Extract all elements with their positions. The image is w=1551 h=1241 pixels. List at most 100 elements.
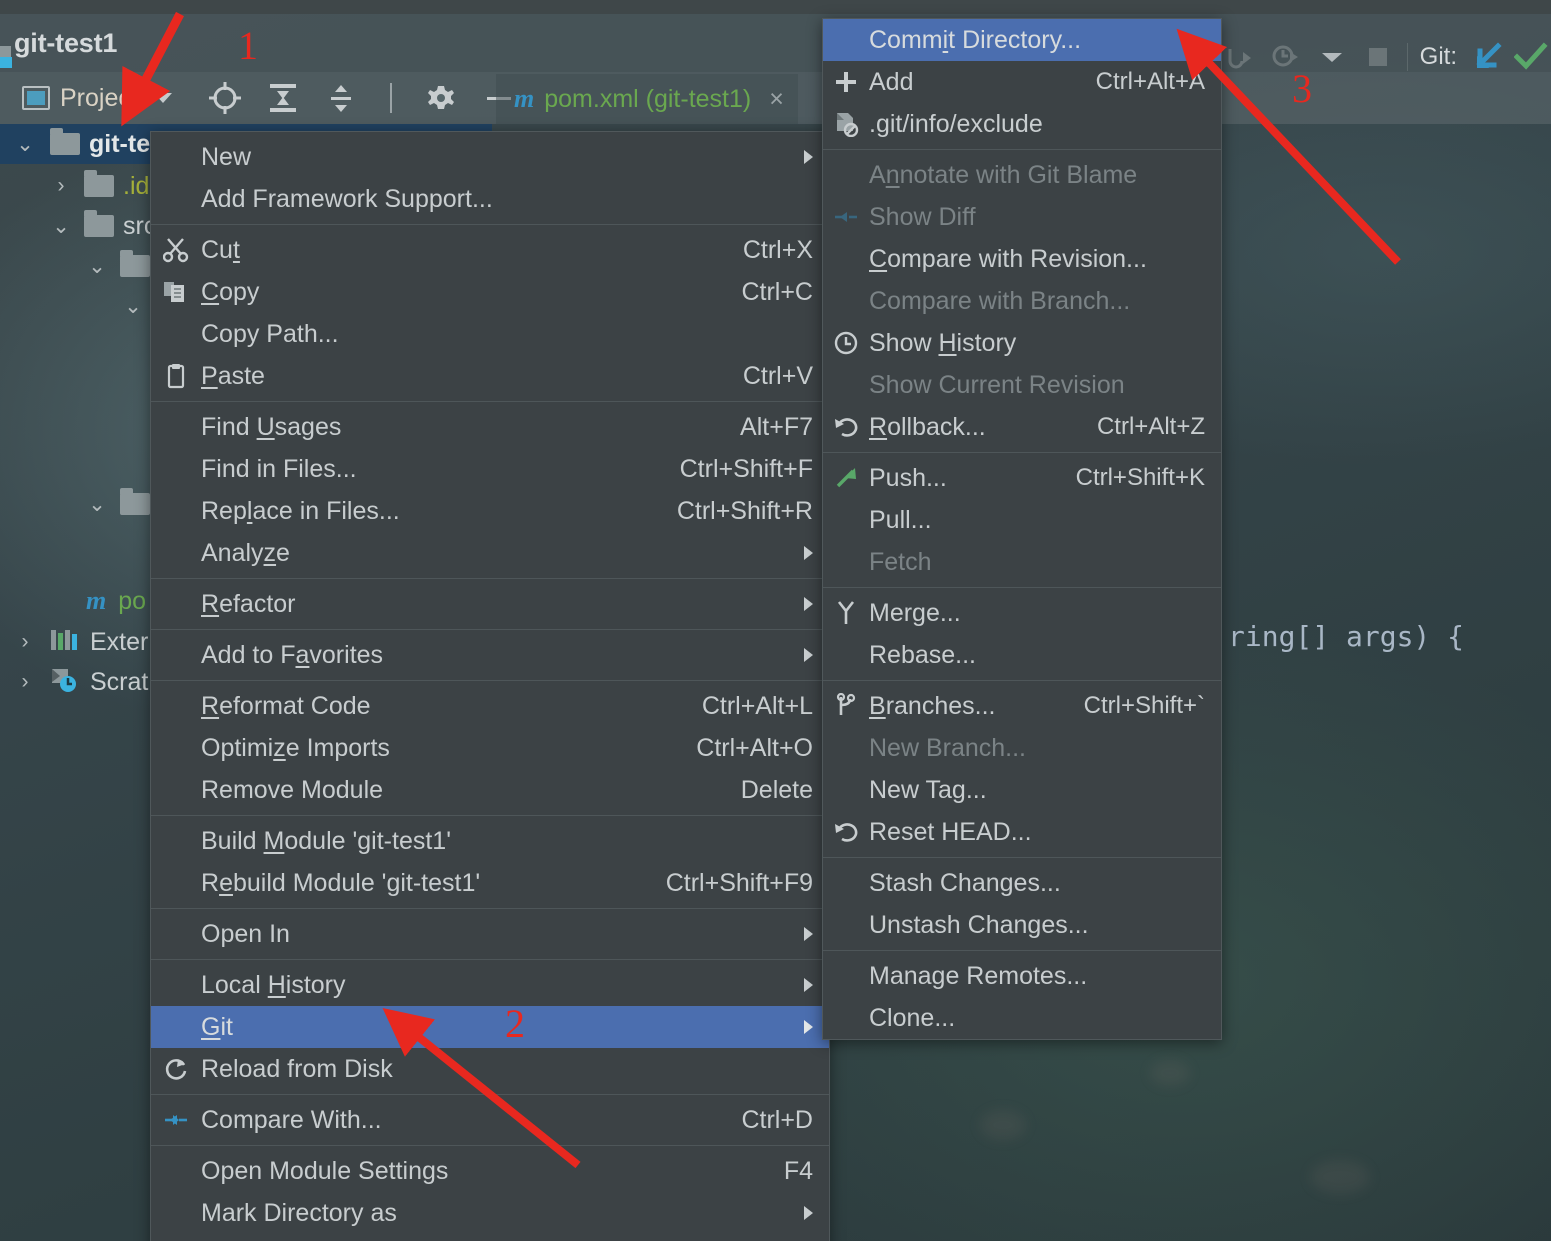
menu-item-remove-bom[interactable]: Remove BOM [151, 1234, 829, 1241]
git-menu-item-branches[interactable]: Branches... Ctrl+Shift+` [823, 685, 1221, 727]
expand-all-icon[interactable] [264, 79, 302, 117]
project-module-icon [0, 45, 12, 68]
menu-item-shortcut: Delete [740, 775, 813, 804]
menu-item-find-usages[interactable]: Find Usages Alt+F7 [151, 406, 829, 448]
git-menu-item-pull[interactable]: Pull... [823, 499, 1221, 541]
toolbar-separator [1406, 43, 1408, 71]
tree-node-scratches[interactable]: › Scrat [0, 662, 149, 702]
menu-item-analyze[interactable]: Analyze [151, 532, 829, 574]
menu-item-shortcut: Ctrl+V [742, 361, 813, 390]
chevron-down-icon[interactable]: ⌄ [122, 294, 144, 319]
menu-item-build-module[interactable]: Build Module 'git-test1' [151, 820, 829, 862]
git-menu-item-new-tag[interactable]: New Tag... [823, 769, 1221, 811]
menu-item-label: Mark Directory as [201, 1198, 397, 1227]
tree-node-label: .id [123, 171, 150, 200]
menu-item-shortcut: Ctrl+C [741, 277, 813, 306]
menu-item-reload-from-disk[interactable]: Reload from Disk [151, 1048, 829, 1090]
menu-item-replace-in-files[interactable]: Replace in Files... Ctrl+Shift+R [151, 490, 829, 532]
git-menu-item-manage-remotes[interactable]: Manage Remotes... [823, 955, 1221, 997]
maven-m-icon: m [514, 84, 535, 113]
menu-item-reformat-code[interactable]: Reformat Code Ctrl+Alt+L [151, 685, 829, 727]
tree-node-level3[interactable]: ⌄ [0, 246, 159, 286]
submenu-arrow-icon [804, 978, 813, 992]
collapse-all-icon[interactable] [322, 79, 360, 117]
editor-tab-pom-xml[interactable]: m pom.xml (git-test1) × [496, 74, 798, 124]
menu-separator [823, 149, 1221, 150]
menu-item-shortcut: Alt+F7 [740, 412, 813, 441]
chevron-down-icon[interactable] [153, 93, 172, 103]
git-menu-item-compare-with-revision[interactable]: Compare with Revision... [823, 238, 1221, 280]
chevron-right-icon[interactable]: › [14, 630, 36, 654]
menu-item-label: Add [869, 67, 914, 96]
menu-item-label: Commit Directory... [869, 25, 1082, 54]
menu-item-label: Analyze [201, 538, 290, 567]
menu-item-git[interactable]: Git [151, 1006, 829, 1048]
menu-item-mark-directory-as[interactable]: Mark Directory as [151, 1192, 829, 1234]
menu-item-label: Rollback... [869, 412, 986, 441]
git-menu-item-commit-directory[interactable]: Commit Directory... [823, 19, 1221, 61]
menu-separator [151, 224, 829, 225]
scratches-icon [50, 667, 80, 698]
menu-item-cut[interactable]: Cut Ctrl+X [151, 229, 829, 271]
menu-item-remove-module[interactable]: Remove Module Delete [151, 769, 829, 811]
menu-item-new[interactable]: New [151, 136, 829, 178]
menu-item-label: Unstash Changes... [869, 910, 1089, 939]
locate-icon[interactable] [206, 79, 244, 117]
menu-item-shortcut: Ctrl+Shift+K [1075, 464, 1205, 491]
close-icon[interactable]: × [769, 85, 784, 114]
menu-item-open-in[interactable]: Open In [151, 913, 829, 955]
submenu-arrow-icon [804, 927, 813, 941]
menu-item-copy[interactable]: Copy Ctrl+C [151, 271, 829, 313]
git-menu-item-rebase[interactable]: Rebase... [823, 634, 1221, 676]
git-menu-item-stash-changes[interactable]: Stash Changes... [823, 862, 1221, 904]
editor-tab-label: pom.xml (git-test1) [544, 84, 752, 113]
menu-item-compare-with[interactable]: Compare With... Ctrl+D [151, 1099, 829, 1141]
project-tool-window-button[interactable]: Project [22, 84, 172, 113]
menu-item-local-history[interactable]: Local History [151, 964, 829, 1006]
menu-item-copy-path[interactable]: Copy Path... [151, 313, 829, 355]
menu-item-shortcut: Ctrl+Alt+A [1095, 68, 1205, 95]
menu-item-optimize-imports[interactable]: Optimize Imports Ctrl+Alt+O [151, 727, 829, 769]
tree-node-level4[interactable]: ⌄ [0, 286, 144, 326]
git-menu-item-unstash-changes[interactable]: Unstash Changes... [823, 904, 1221, 946]
chevron-down-icon[interactable]: ⌄ [86, 492, 108, 517]
decorative-petal [980, 1110, 1026, 1140]
chevron-right-icon[interactable]: › [50, 174, 72, 198]
chevron-right-icon[interactable]: › [14, 670, 36, 694]
git-menu-item-clone[interactable]: Clone... [823, 997, 1221, 1039]
git-menu-item-add[interactable]: Add Ctrl+Alt+A [823, 61, 1221, 103]
menu-item-add-to-favorites[interactable]: Add to Favorites [151, 634, 829, 676]
chevron-down-icon[interactable]: ⌄ [50, 214, 72, 239]
menu-item-open-module-settings[interactable]: Open Module Settings F4 [151, 1150, 829, 1192]
maven-m-icon: m [86, 586, 107, 615]
git-menu-item-show-diff: Show Diff [823, 196, 1221, 238]
tree-node-external-libraries[interactable]: › Exter [0, 622, 149, 662]
editor-code-fragment: ring[] args) { [1228, 620, 1465, 653]
git-menu-item-show-history[interactable]: Show History [823, 322, 1221, 364]
tree-node-idea[interactable]: › .id [0, 166, 149, 206]
folder-icon [84, 170, 114, 197]
submenu-arrow-icon [804, 648, 813, 662]
menu-item-paste[interactable]: Paste Ctrl+V [151, 355, 829, 397]
menu-separator [151, 680, 829, 681]
git-menu-item-push[interactable]: Push... Ctrl+Shift+K [823, 457, 1221, 499]
chevron-down-icon[interactable]: ⌄ [14, 132, 36, 157]
menu-item-label: Find in Files... [201, 454, 357, 483]
tree-node-pom-xml[interactable]: m po [0, 581, 146, 621]
menu-item-label: Paste [201, 361, 265, 390]
menu-item-label: Show Diff [869, 202, 976, 231]
menu-item-find-in-files[interactable]: Find in Files... Ctrl+Shift+F [151, 448, 829, 490]
git-menu-item-git-info-exclude[interactable]: .git/info/exclude [823, 103, 1221, 145]
menu-item-rebuild-module[interactable]: Rebuild Module 'git-test1' Ctrl+Shift+F9 [151, 862, 829, 904]
git-menu-item-merge[interactable]: Merge... [823, 592, 1221, 634]
git-menu-item-reset-head[interactable]: Reset HEAD... [823, 811, 1221, 853]
settings-gear-icon[interactable] [422, 79, 460, 117]
tree-node-src[interactable]: ⌄ src [0, 206, 156, 246]
menu-item-label: Annotate with Git Blame [869, 160, 1138, 189]
menu-item-add-framework-support[interactable]: Add Framework Support... [151, 178, 829, 220]
menu-item-refactor[interactable]: Refactor [151, 583, 829, 625]
git-menu-item-new-branch: New Branch... [823, 727, 1221, 769]
tree-node-level3b[interactable]: ⌄ [0, 484, 159, 524]
git-menu-item-rollback[interactable]: Rollback... Ctrl+Alt+Z [823, 406, 1221, 448]
chevron-down-icon[interactable]: ⌄ [86, 254, 108, 279]
